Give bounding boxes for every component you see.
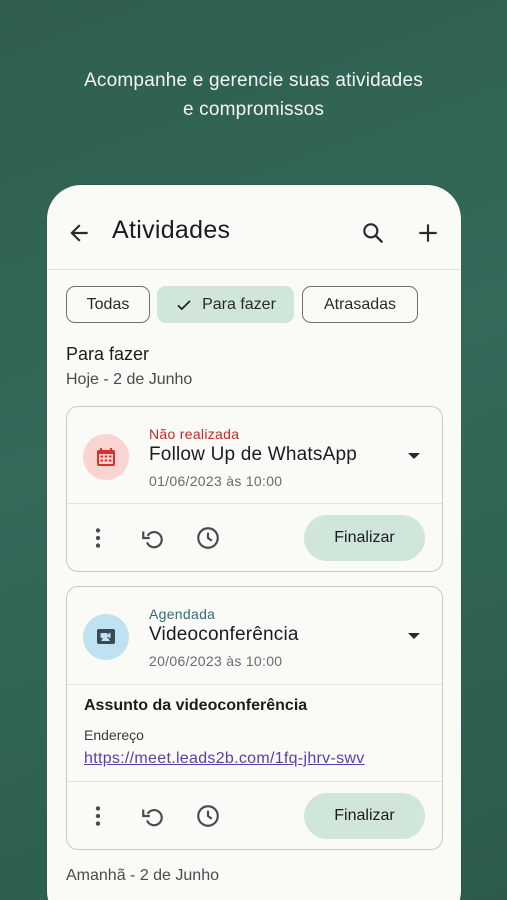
card-actions: Finalizar	[67, 782, 442, 849]
activity-card[interactable]: Não realizada Follow Up de WhatsApp 01/0…	[66, 406, 443, 572]
activity-title: Follow Up de WhatsApp	[149, 444, 358, 465]
date-group-tomorrow: Amanhã - 2 de Junho	[66, 867, 219, 884]
chevron-down-icon[interactable]	[405, 450, 423, 462]
video-call-icon	[97, 629, 115, 644]
back-arrow-icon[interactable]	[66, 220, 92, 246]
add-icon[interactable]	[415, 220, 441, 246]
more-vert-icon[interactable]	[85, 525, 111, 551]
phone-screen: Atividades Todas Para fazer Atrasadas Pa…	[47, 185, 461, 900]
clock-icon[interactable]	[195, 525, 221, 551]
chip-todas[interactable]: Todas	[66, 286, 150, 323]
more-vert-icon[interactable]	[85, 803, 111, 829]
check-icon	[177, 299, 191, 310]
promo-headline: Acompanhe e gerencie suas atividades e c…	[0, 66, 507, 124]
chevron-down-icon[interactable]	[405, 630, 423, 642]
meeting-subject: Assunto da videoconferência	[84, 697, 308, 714]
chip-para-fazer[interactable]: Para fazer	[157, 286, 294, 323]
activity-card[interactable]: Agendada Videoconferência 20/06/2023 às …	[66, 586, 443, 850]
card-actions: Finalizar	[67, 504, 442, 571]
chip-label: Atrasadas	[323, 295, 397, 313]
activity-type-avatar	[83, 434, 129, 480]
clock-icon[interactable]	[195, 803, 221, 829]
activity-date: 01/06/2023 às 10:00	[149, 473, 283, 489]
search-icon[interactable]	[360, 220, 386, 246]
date-group-today: Hoje - 2 de Junho	[66, 371, 193, 388]
divider	[67, 684, 442, 685]
app-bar: Atividades	[47, 185, 461, 270]
activity-status: Agendada	[149, 606, 216, 622]
activity-type-avatar	[83, 614, 129, 660]
address-label: Endereço	[84, 727, 144, 743]
section-title: Para fazer	[66, 344, 150, 364]
chip-label: Para fazer	[202, 295, 276, 313]
headline-line-2: e compromissos	[182, 99, 325, 120]
activity-status: Não realizada	[149, 426, 240, 442]
finalize-button[interactable]: Finalizar	[304, 515, 425, 561]
activity-date: 20/06/2023 às 10:00	[149, 653, 283, 669]
chip-label: Todas	[86, 295, 130, 313]
calendar-icon	[97, 448, 115, 466]
meeting-link[interactable]: https://meet.leads2b.com/1fq-jhrv-swv	[84, 750, 365, 768]
activity-title: Videoconferência	[149, 624, 299, 645]
finalize-button[interactable]: Finalizar	[304, 793, 425, 839]
undo-icon[interactable]	[140, 525, 166, 551]
chip-atrasadas[interactable]: Atrasadas	[302, 286, 418, 323]
page-title: Atividades	[112, 216, 231, 244]
undo-icon[interactable]	[140, 803, 166, 829]
headline-line-1: Acompanhe e gerencie suas atividades	[84, 70, 423, 91]
